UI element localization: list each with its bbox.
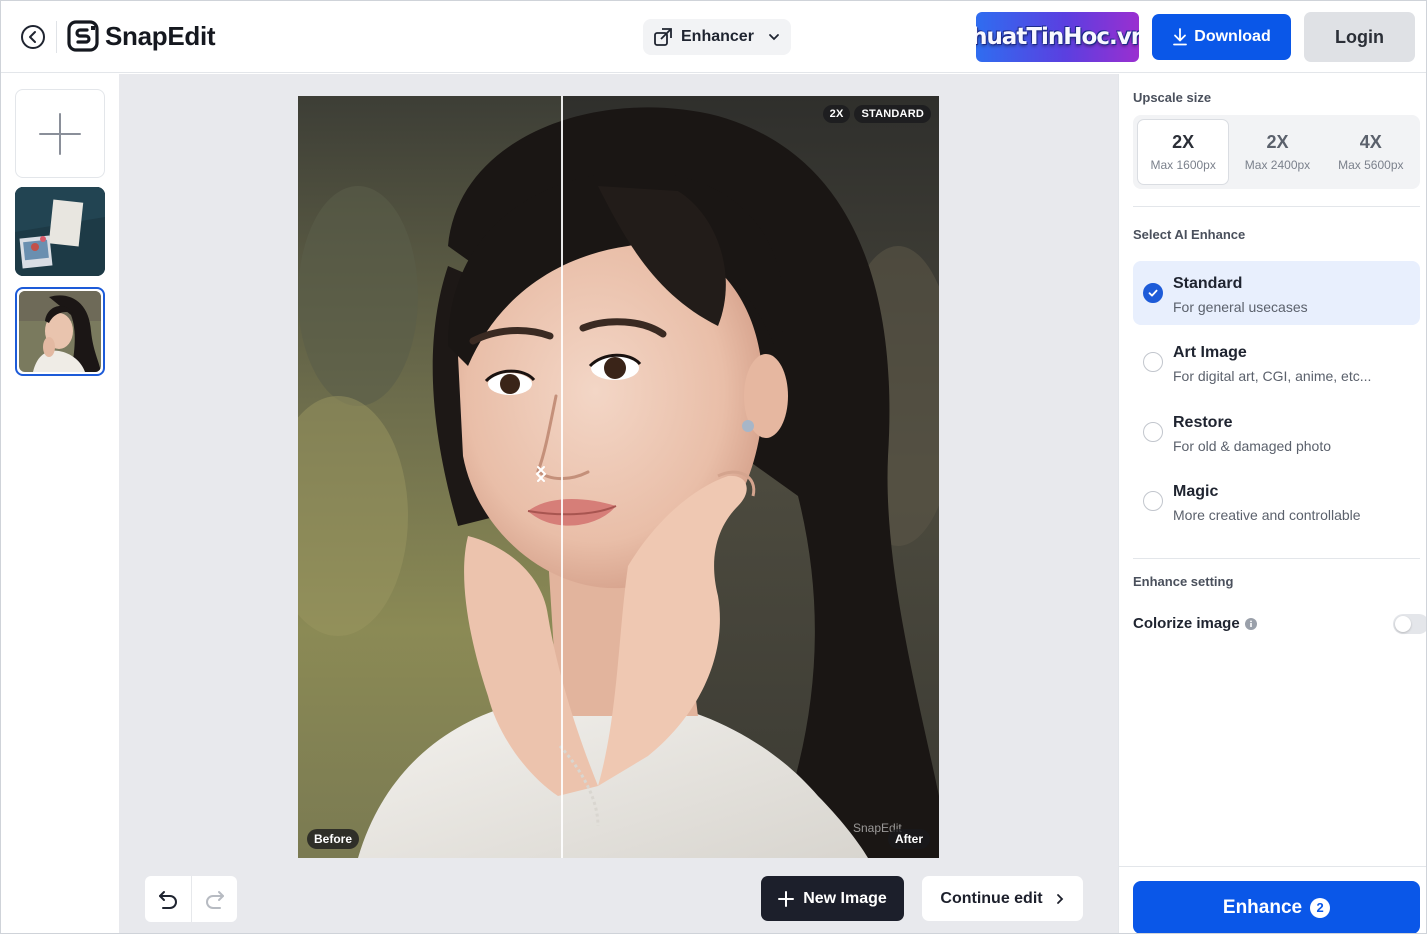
enhance-option-magic[interactable]: Magic More creative and controllable [1133, 469, 1420, 533]
thumbnail-image-1[interactable] [15, 187, 105, 276]
enhance-label: Enhance [1222, 896, 1303, 918]
history-controls [145, 876, 237, 922]
thumbnail-image-2-selected[interactable] [15, 287, 105, 376]
header-divider [56, 21, 57, 53]
panel-footer-divider [1119, 866, 1426, 867]
back-button[interactable] [19, 23, 47, 51]
radio-unchecked[interactable] [1143, 422, 1163, 442]
login-button[interactable]: Login [1304, 12, 1415, 62]
login-label: Login [1335, 26, 1384, 47]
enhance-option-standard[interactable]: Standard For general usecases [1133, 261, 1420, 325]
credit-count-badge: 2 [1310, 897, 1331, 918]
site-watermark-logo: ThuThuatTinHoc.vn [976, 12, 1139, 62]
undo-button[interactable] [145, 876, 191, 922]
enhance-option-name: Restore [1173, 414, 1233, 431]
plus-icon [778, 890, 795, 907]
mode-badge: STANDARD [854, 105, 931, 123]
scale-badge: 2X [822, 105, 851, 123]
checkmark-icon [1148, 289, 1158, 297]
radio-checked[interactable] [1143, 283, 1163, 303]
radio-unchecked[interactable] [1143, 352, 1163, 372]
download-icon [1173, 28, 1188, 46]
upscale-option-2x-2400[interactable]: 2X Max 2400px [1232, 119, 1322, 185]
colorize-label: Colorize image [1133, 615, 1240, 632]
after-label: After [887, 829, 930, 849]
colorize-toggle[interactable] [1393, 614, 1426, 634]
tool-selector-value: Enhancer [681, 28, 754, 45]
result-badges: 2X STANDARD [822, 105, 931, 123]
download-label: Download [1194, 28, 1271, 45]
new-image-button[interactable]: New Image [761, 876, 904, 921]
redo-icon [205, 891, 224, 909]
add-image-button[interactable] [15, 89, 105, 178]
upscale-max: Max 1600px [1150, 158, 1216, 172]
snapedit-logo[interactable]: SnapEdit [67, 20, 216, 52]
watermark-text: ThuThuatTinHoc.vn [976, 24, 1139, 50]
enhance-option-restore[interactable]: Restore For old & damaged photo [1133, 400, 1420, 464]
chevron-down-icon [769, 34, 779, 41]
logo-text: SnapEdit [105, 20, 216, 51]
enhance-option-desc: More creative and controllable [1173, 507, 1361, 523]
snapedit-app: SnapEdit Enhancer ThuThuatTinHoc.vn Down… [0, 0, 1427, 934]
upscale-max: Max 5600px [1338, 158, 1404, 172]
continue-edit-button[interactable]: Continue edit [922, 876, 1083, 921]
thumbnail-1-picture [15, 187, 105, 276]
portrait-photo: SnapEdit [298, 96, 939, 858]
thumbnail-2-picture [19, 291, 101, 372]
back-arrow-icon [21, 25, 45, 49]
upscale-option-2x-1600[interactable]: 2X Max 1600px [1137, 119, 1230, 185]
info-icon[interactable] [1244, 617, 1257, 630]
enhance-button[interactable]: Enhance 2 [1133, 881, 1420, 933]
snapedit-logo-icon [67, 20, 99, 52]
upscale-scale: 2X [1266, 132, 1289, 152]
colorize-setting-row: Colorize image [1133, 614, 1426, 634]
image-thumbnail-list [1, 74, 119, 933]
before-after-comparison-image[interactable]: SnapEdit 2X STANDARD Before After [298, 96, 939, 858]
chevron-right-icon [1056, 893, 1063, 904]
colorize-label-wrap: Colorize image [1133, 615, 1257, 632]
tool-selector-dropdown[interactable]: Enhancer [643, 19, 791, 55]
undo-icon [159, 891, 177, 909]
enhance-setting-title: Enhance setting [1133, 574, 1234, 589]
section-divider [1133, 558, 1420, 559]
upscale-max: Max 2400px [1244, 158, 1311, 172]
before-label: Before [307, 829, 360, 849]
enhance-option-desc: For old & damaged photo [1173, 438, 1331, 454]
settings-panel: Upscale size 2X Max 1600px 2X Max 2400px… [1118, 74, 1426, 933]
enhance-option-name: Art Image [1173, 344, 1247, 361]
section-divider [1133, 206, 1420, 207]
upscale-scale: 2X [1172, 132, 1195, 152]
continue-edit-label: Continue edit [940, 889, 1043, 907]
upscale-size-title: Upscale size [1133, 90, 1212, 105]
top-header: SnapEdit Enhancer ThuThuatTinHoc.vn Down… [1, 1, 1426, 73]
new-image-label: New Image [803, 889, 887, 907]
chevron-right-icon [537, 466, 547, 482]
enhance-option-art-image[interactable]: Art Image For digital art, CGI, anime, e… [1133, 330, 1420, 394]
editor-canvas: SnapEdit 2X STANDARD Before After New Im… [119, 74, 1118, 933]
plus-icon [39, 112, 81, 155]
enhancer-icon [654, 28, 672, 46]
enhance-option-name: Magic [1173, 483, 1219, 500]
ai-enhance-title: Select AI Enhance [1133, 227, 1246, 242]
upscale-size-options: 2X Max 1600px 2X Max 2400px 4X Max 5600p… [1133, 115, 1420, 189]
download-button[interactable]: Download [1152, 14, 1291, 60]
enhance-option-desc: For general usecases [1173, 299, 1308, 315]
upscale-option-4x-5600[interactable]: 4X Max 5600px [1326, 119, 1416, 185]
radio-unchecked[interactable] [1143, 491, 1163, 511]
comparison-slider-handle[interactable] [534, 464, 590, 488]
enhance-option-name: Standard [1173, 275, 1243, 292]
redo-button[interactable] [191, 876, 237, 922]
upscale-scale: 4X [1359, 132, 1382, 152]
enhance-option-desc: For digital art, CGI, anime, etc... [1173, 368, 1372, 384]
